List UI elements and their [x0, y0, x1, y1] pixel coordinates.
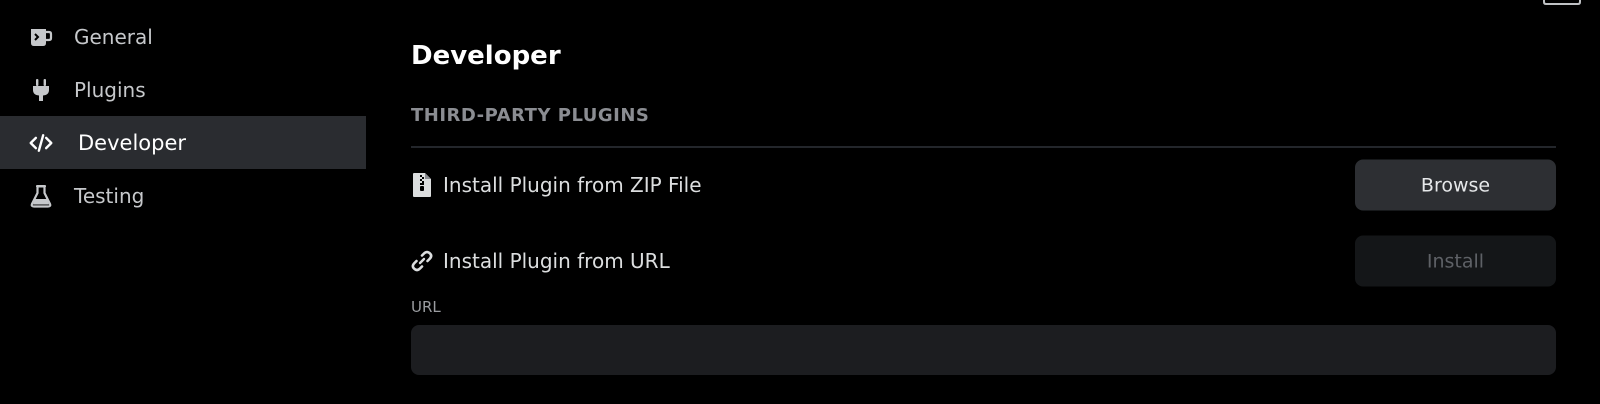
install-button[interactable]: Install [1355, 235, 1556, 287]
section-header: THIRD-PARTY PLUGINS [411, 105, 650, 126]
app-window: General Plugins Developer Testing Develo… [0, 0, 1600, 404]
zip-file-icon [411, 173, 433, 197]
sidebar-item-label: Testing [74, 183, 145, 208]
url-field-label: URL [411, 298, 441, 316]
plug-icon [29, 78, 53, 102]
sidebar-item-general[interactable]: General [0, 10, 366, 63]
flask-icon [29, 184, 53, 208]
install-zip-row: Install Plugin from ZIP File Browse [411, 159, 1556, 211]
link-icon [411, 249, 433, 273]
sidebar-item-label: Developer [78, 130, 187, 155]
sidebar-item-developer[interactable]: Developer [0, 116, 366, 169]
section-divider [411, 146, 1556, 148]
mug-icon [29, 25, 53, 49]
code-icon [29, 131, 53, 155]
sidebar-item-plugins[interactable]: Plugins [0, 63, 366, 116]
install-url-label: Install Plugin from URL [443, 249, 670, 273]
url-input[interactable] [411, 325, 1556, 375]
sidebar-item-label: General [74, 24, 153, 49]
sidebar-item-testing[interactable]: Testing [0, 169, 366, 222]
window-icon[interactable] [1540, 0, 1584, 6]
browse-button[interactable]: Browse [1355, 159, 1556, 211]
settings-sidebar: General Plugins Developer Testing [0, 10, 366, 222]
page-title: Developer [411, 41, 561, 71]
install-zip-label: Install Plugin from ZIP File [443, 173, 702, 197]
sidebar-item-label: Plugins [74, 77, 146, 102]
install-url-row: Install Plugin from URL Install [411, 235, 1556, 287]
